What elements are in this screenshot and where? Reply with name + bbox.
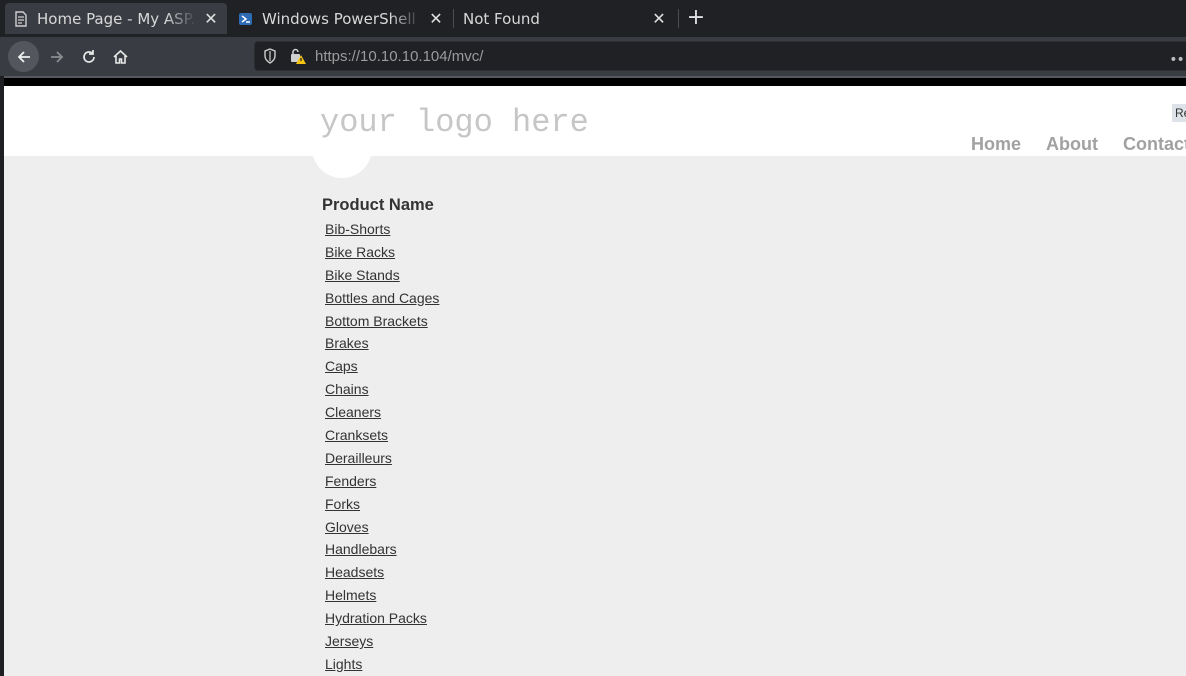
home-button[interactable] <box>105 41 136 72</box>
close-icon[interactable]: ✕ <box>203 9 219 28</box>
product-link[interactable]: Bottles and Cages <box>325 290 439 306</box>
product-link[interactable]: Jerseys <box>325 633 373 649</box>
tab-title: Windows PowerShell Web <box>262 9 422 28</box>
back-button[interactable] <box>8 41 39 72</box>
list-item: Bike Racks <box>325 242 439 265</box>
list-item: Helmets <box>325 585 439 608</box>
product-link[interactable]: Caps <box>325 358 358 374</box>
close-icon[interactable]: ✕ <box>651 9 667 28</box>
tab-separator <box>678 9 679 28</box>
nav-contact-link[interactable]: Contact <box>1123 134 1186 155</box>
list-item: Cleaners <box>325 402 439 425</box>
product-link[interactable]: Chains <box>325 381 369 397</box>
tab-not-found[interactable]: Not Found ✕ <box>455 4 675 33</box>
list-item: Hydration Packs <box>325 608 439 631</box>
product-link[interactable]: Brakes <box>325 335 369 351</box>
product-link[interactable]: Hydration Packs <box>325 610 427 626</box>
url-text[interactable]: https://10.10.10.104/mvc/ <box>315 48 483 65</box>
list-item: Bottles and Cages <box>325 288 439 311</box>
home-icon <box>113 49 128 64</box>
forward-button[interactable] <box>41 41 72 72</box>
list-item: Forks <box>325 494 439 517</box>
tab-title: Home Page - My ASP.NET <box>37 9 197 28</box>
tab-powershell[interactable]: Windows PowerShell Web ✕ <box>230 4 452 33</box>
tab-strip: Home Page - My ASP.NET ✕ Windows PowerSh… <box>0 0 1186 37</box>
tab-separator <box>453 9 454 28</box>
address-bar[interactable]: https://10.10.10.104/mvc/ ••• <box>254 41 1186 71</box>
list-item: Brakes <box>325 333 439 356</box>
page-top-bar <box>4 78 1186 86</box>
product-name-heading: Product Name <box>322 196 434 214</box>
list-item: Handlebars <box>325 539 439 562</box>
navigation-toolbar: https://10.10.10.104/mvc/ ••• <box>0 37 1186 76</box>
product-link[interactable]: Bike Stands <box>325 267 400 283</box>
product-link[interactable]: Bike Racks <box>325 244 395 260</box>
reload-button[interactable] <box>73 41 104 72</box>
list-item: Bib-Shorts <box>325 219 439 242</box>
product-link[interactable]: Fenders <box>325 473 376 489</box>
powershell-icon <box>238 11 254 27</box>
product-link[interactable]: Derailleurs <box>325 450 392 466</box>
product-link[interactable]: Cleaners <box>325 404 381 420</box>
product-link[interactable]: Gloves <box>325 519 369 535</box>
list-item: Jerseys <box>325 631 439 654</box>
list-item: Derailleurs <box>325 448 439 471</box>
nav-about-link[interactable]: About <box>1046 134 1098 155</box>
list-item: Fenders <box>325 471 439 494</box>
product-link[interactable]: Forks <box>325 496 360 512</box>
reload-icon <box>82 49 95 63</box>
site-logo[interactable]: your logo here <box>320 104 589 141</box>
forward-arrow-icon <box>50 50 63 63</box>
url-scheme-host: https://10.10.10.104 <box>315 48 448 65</box>
url-path: /mvc/ <box>447 48 484 65</box>
list-item: Lights <box>325 654 439 675</box>
product-list-section: Product Name Bib-Shorts Bike Racks Bike St… <box>322 196 439 675</box>
back-arrow-icon <box>17 50 30 63</box>
list-item: Chains <box>325 379 439 402</box>
product-link[interactable]: Helmets <box>325 587 376 603</box>
product-list: Bib-Shorts Bike Racks Bike Stands Bottles a… <box>322 219 439 675</box>
product-link[interactable]: Lights <box>325 656 362 672</box>
insecure-lock-icon[interactable] <box>289 47 307 69</box>
page-icon <box>13 10 29 27</box>
new-tab-button[interactable]: + <box>684 5 708 31</box>
close-icon[interactable]: ✕ <box>428 9 444 28</box>
tab-title: Not Found <box>463 9 540 28</box>
product-link[interactable]: Bib-Shorts <box>325 221 390 237</box>
nav-home-link[interactable]: Home <box>971 134 1021 155</box>
product-link[interactable]: Headsets <box>325 564 384 580</box>
tab-home-page[interactable]: Home Page - My ASP.NET ✕ <box>5 3 227 34</box>
register-link[interactable]: Re <box>1172 104 1186 122</box>
list-item: Gloves <box>325 517 439 540</box>
list-item: Caps <box>325 356 439 379</box>
list-item: Bottom Brackets <box>325 311 439 334</box>
web-page: Re Home About Contact your logo here Pro… <box>4 78 1186 675</box>
product-link[interactable]: Cranksets <box>325 427 388 443</box>
page-actions-icon[interactable]: ••• <box>1169 52 1186 68</box>
site-header: Re Home About Contact <box>4 86 1186 156</box>
list-item: Bike Stands <box>325 265 439 288</box>
product-link[interactable]: Handlebars <box>325 541 397 557</box>
tracking-shield-icon[interactable] <box>263 48 277 68</box>
list-item: Cranksets <box>325 425 439 448</box>
list-item: Headsets <box>325 562 439 585</box>
product-link[interactable]: Bottom Brackets <box>325 313 428 329</box>
